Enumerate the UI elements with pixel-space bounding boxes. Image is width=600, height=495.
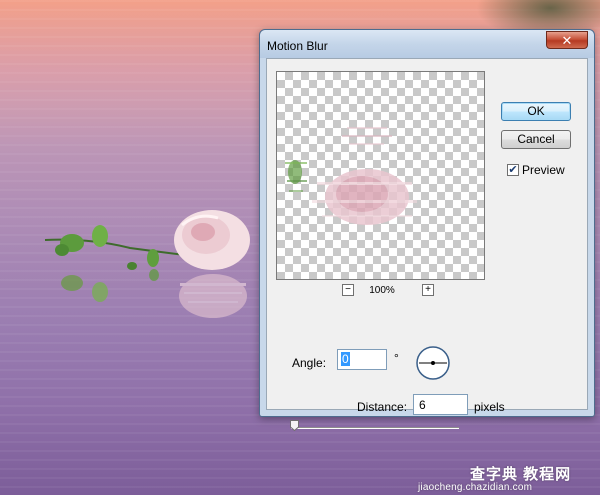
dialog-title: Motion Blur <box>267 39 328 53</box>
watermark-title: 查字典 教程网 <box>470 466 572 483</box>
cancel-button[interactable]: Cancel <box>501 130 571 149</box>
distance-input[interactable]: 6 <box>413 394 468 415</box>
angle-input[interactable]: 0 <box>337 349 387 370</box>
close-button[interactable]: ✕ <box>546 31 588 49</box>
leaf-stems <box>44 225 186 270</box>
zoom-level: 100% <box>369 285 395 296</box>
degree-symbol: ° <box>394 351 399 365</box>
angle-label: Angle: <box>292 356 327 370</box>
motion-blur-dialog: Motion Blur ✕ − 100% + OK Cancel ✔ Previ… <box>259 29 595 431</box>
zoom-out-button[interactable]: − <box>342 284 354 296</box>
leaf-reflection <box>61 269 159 302</box>
distance-slider-thumb[interactable] <box>290 420 299 431</box>
rose-flower <box>174 210 250 270</box>
site-watermark: 查字典 教程网 jiaocheng.chazidian.com <box>418 463 600 495</box>
ok-button[interactable]: OK <box>501 102 571 121</box>
angle-value: 0 <box>341 352 350 366</box>
zoom-in-button[interactable]: + <box>422 284 434 296</box>
distance-slider[interactable] <box>291 427 459 429</box>
distance-label: Distance: <box>357 400 408 414</box>
watermark-url: jiaocheng.chazidian.com <box>418 482 533 493</box>
rose-scene <box>44 210 250 318</box>
dialog-client-area: − 100% + OK Cancel ✔ Preview Angle: 0 ° … <box>266 58 588 431</box>
distance-unit: pixels <box>474 400 505 414</box>
filter-preview[interactable] <box>276 71 485 280</box>
rose-reflection <box>179 274 247 318</box>
close-icon: ✕ <box>561 32 573 48</box>
angle-dial[interactable] <box>415 345 451 381</box>
preview-label: Preview <box>522 163 565 177</box>
dialog-titlebar[interactable]: Motion Blur ✕ <box>260 30 594 58</box>
blurred-rose-preview <box>285 127 417 225</box>
preview-checkbox[interactable]: ✔ <box>507 164 519 176</box>
